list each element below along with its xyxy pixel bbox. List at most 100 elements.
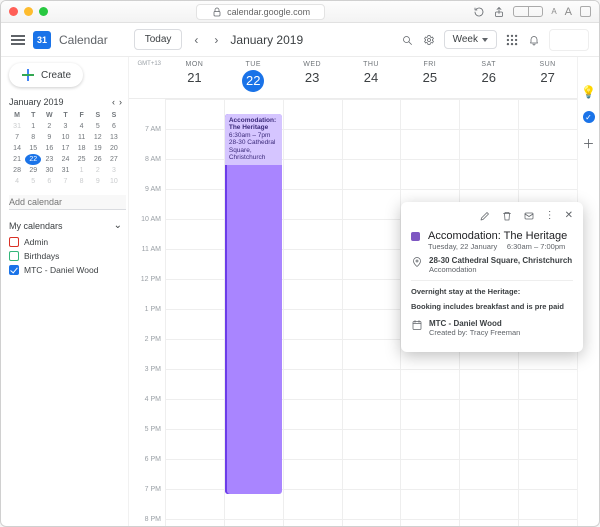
mini-day[interactable]: 7 xyxy=(57,176,73,187)
edit-event-icon[interactable] xyxy=(479,210,491,225)
mini-day[interactable]: 31 xyxy=(57,165,73,176)
mini-day[interactable]: 5 xyxy=(25,176,41,187)
mini-day[interactable]: 9 xyxy=(90,176,106,187)
mini-day[interactable]: 8 xyxy=(25,132,41,143)
calendar-list-item[interactable]: MTC - Daniel Wood xyxy=(9,263,122,277)
day-header-cell[interactable]: MON21 xyxy=(165,57,224,98)
mini-day[interactable]: 12 xyxy=(90,132,106,143)
day-header-cell[interactable]: SAT26 xyxy=(459,57,518,98)
add-calendar-input[interactable] xyxy=(9,195,126,210)
mini-next-button[interactable]: › xyxy=(119,97,122,107)
view-selector[interactable]: Week xyxy=(444,30,497,49)
tabs-overview-icon[interactable] xyxy=(513,6,543,17)
minimize-window-icon[interactable] xyxy=(24,7,33,16)
mini-day[interactable]: 7 xyxy=(9,132,25,143)
day-column[interactable] xyxy=(283,99,342,526)
day-header-cell[interactable]: SUN27 xyxy=(518,57,577,98)
mini-day[interactable]: 14 xyxy=(9,143,25,154)
current-range-label: January 2019 xyxy=(230,33,303,47)
mini-day[interactable]: 23 xyxy=(41,154,57,165)
day-header-cell[interactable]: TUE22 xyxy=(224,57,283,98)
options-icon[interactable]: ⋮ xyxy=(545,210,555,225)
day-column[interactable]: Accomodation: The Heritage6:30am – 7pm28… xyxy=(224,99,283,526)
mini-day[interactable]: 28 xyxy=(9,165,25,176)
mini-day[interactable]: 31 xyxy=(9,121,25,132)
mini-prev-button[interactable]: ‹ xyxy=(112,97,115,107)
mini-day[interactable]: 10 xyxy=(106,176,122,187)
maximize-window-icon[interactable] xyxy=(39,7,48,16)
mini-day[interactable]: 3 xyxy=(106,165,122,176)
create-button[interactable]: Create xyxy=(9,63,83,87)
window-controls[interactable] xyxy=(9,7,48,16)
calendar-event[interactable]: Accomodation: The Heritage6:30am – 7pm28… xyxy=(225,114,282,494)
mini-day[interactable]: 25 xyxy=(74,154,90,165)
mini-day[interactable]: 3 xyxy=(57,121,73,132)
mini-day[interactable]: 6 xyxy=(41,176,57,187)
day-column[interactable] xyxy=(342,99,401,526)
app-logo[interactable]: 31 xyxy=(33,31,51,49)
mini-day[interactable]: 11 xyxy=(74,132,90,143)
mini-day[interactable]: 15 xyxy=(25,143,41,154)
notifications-bell-icon[interactable] xyxy=(527,33,541,47)
mini-day[interactable]: 5 xyxy=(90,121,106,132)
lock-icon xyxy=(211,6,223,18)
close-window-icon[interactable] xyxy=(9,7,18,16)
settings-gear-icon[interactable] xyxy=(422,33,436,47)
email-guests-icon[interactable] xyxy=(523,210,535,225)
mini-day[interactable]: 20 xyxy=(106,143,122,154)
mini-day[interactable]: 18 xyxy=(74,143,90,154)
mini-day[interactable]: 2 xyxy=(90,165,106,176)
search-icon[interactable] xyxy=(400,33,414,47)
mini-day[interactable]: 2 xyxy=(41,121,57,132)
text-size-small[interactable]: A xyxy=(551,7,556,16)
timezone-label: GMT+13 xyxy=(129,57,165,98)
calendar-checkbox[interactable] xyxy=(9,251,19,261)
keep-icon[interactable]: 💡 xyxy=(581,85,596,99)
next-period-button[interactable]: › xyxy=(210,31,222,49)
mini-day[interactable]: 16 xyxy=(41,143,57,154)
day-column[interactable] xyxy=(165,99,224,526)
prev-period-button[interactable]: ‹ xyxy=(190,31,202,49)
mini-day[interactable]: 6 xyxy=(106,121,122,132)
day-header-cell[interactable]: WED23 xyxy=(283,57,342,98)
calendar-checkbox[interactable] xyxy=(9,237,19,247)
mini-day[interactable]: 22 xyxy=(25,154,41,165)
mini-day[interactable]: 21 xyxy=(9,154,25,165)
today-button[interactable]: Today xyxy=(134,29,183,50)
mini-day[interactable]: 10 xyxy=(57,132,73,143)
close-popover-icon[interactable]: ✕ xyxy=(565,210,573,225)
mini-day[interactable]: 1 xyxy=(25,121,41,132)
mini-day[interactable]: 27 xyxy=(106,154,122,165)
reload-icon[interactable] xyxy=(473,6,485,18)
mini-day[interactable]: 26 xyxy=(90,154,106,165)
share-icon[interactable] xyxy=(493,6,505,18)
mini-day[interactable]: 19 xyxy=(90,143,106,154)
mini-day[interactable]: 29 xyxy=(25,165,41,176)
delete-event-icon[interactable] xyxy=(501,210,513,225)
mini-day[interactable]: 8 xyxy=(74,176,90,187)
apps-grid-icon[interactable] xyxy=(505,33,519,47)
day-header-cell[interactable]: THU24 xyxy=(342,57,401,98)
mini-day[interactable]: 17 xyxy=(57,143,73,154)
mini-day[interactable]: 1 xyxy=(74,165,90,176)
text-size-large[interactable]: A xyxy=(565,6,572,18)
browser-window: calendar.google.com A A 31 Calendar Toda… xyxy=(0,0,600,527)
mini-day[interactable]: 9 xyxy=(41,132,57,143)
mini-calendar[interactable]: MTWTFSS311234567891011121314151617181920… xyxy=(9,110,122,187)
mini-day[interactable]: 13 xyxy=(106,132,122,143)
address-bar[interactable]: calendar.google.com xyxy=(196,4,325,20)
tasks-icon[interactable]: ✓ xyxy=(583,111,595,123)
calendar-list-item[interactable]: Birthdays xyxy=(9,249,122,263)
mini-day[interactable]: 24 xyxy=(57,154,73,165)
calendar-list-item[interactable]: Admin xyxy=(9,235,122,249)
calendar-checkbox[interactable] xyxy=(9,265,19,275)
mini-day[interactable]: 4 xyxy=(9,176,25,187)
account-area[interactable] xyxy=(549,29,589,51)
mini-day[interactable]: 4 xyxy=(74,121,90,132)
day-header-cell[interactable]: FRI25 xyxy=(400,57,459,98)
add-addon-icon[interactable]: ＋ xyxy=(582,135,594,152)
main-menu-icon[interactable] xyxy=(11,35,25,45)
my-calendars-header[interactable]: My calendars ⌄ xyxy=(9,220,122,231)
new-tab-icon[interactable] xyxy=(580,6,591,17)
mini-day[interactable]: 30 xyxy=(41,165,57,176)
